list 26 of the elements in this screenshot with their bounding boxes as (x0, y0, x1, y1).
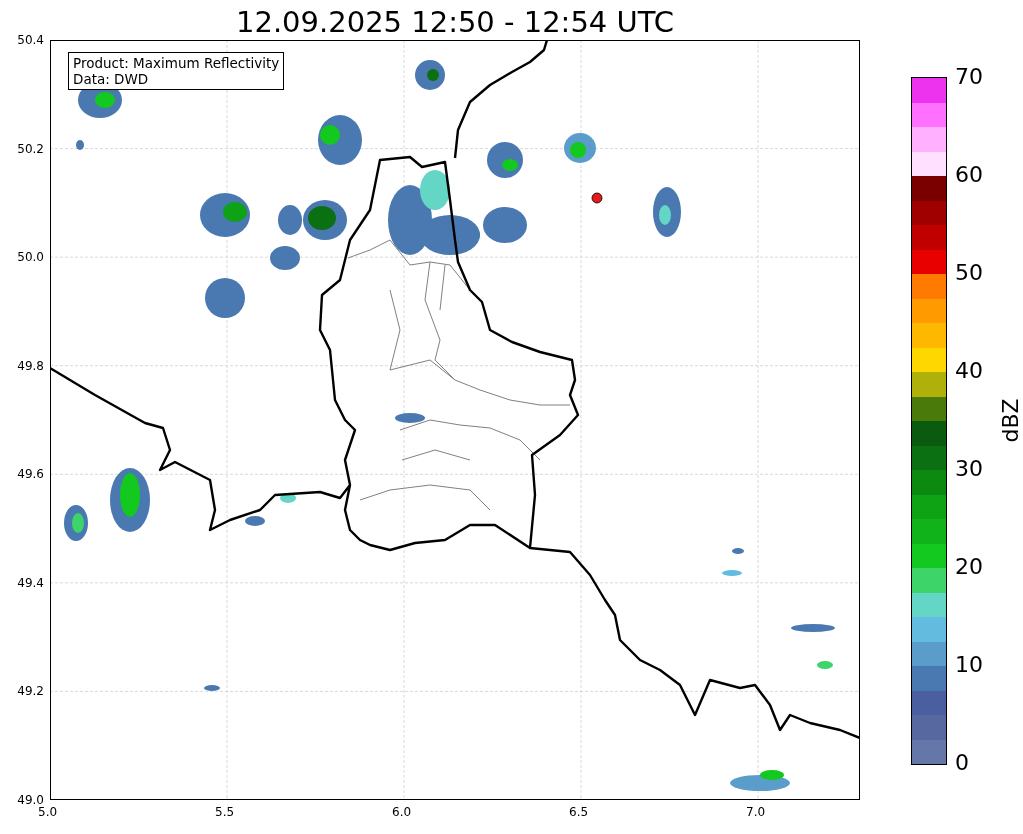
x-tick-label: 6.5 (569, 804, 589, 820)
y-tick-label: 49.8 (17, 357, 44, 374)
y-tick-label: 50.4 (17, 32, 44, 48)
colorbar-tick-label: 20 (955, 553, 983, 581)
colorbar-tick-label: 40 (955, 357, 983, 385)
x-tick-label: 7.0 (746, 804, 766, 820)
location-marker-icon (591, 192, 603, 204)
colorbar-tick-label: 10 (955, 651, 983, 679)
y-tick-label: 50.0 (17, 249, 44, 266)
x-tick-label: 5.0 (38, 804, 58, 820)
y-tick-label: 49.0 (17, 792, 44, 807)
y-tick-label: 49.4 (17, 574, 44, 591)
y-tick-label: 49.2 (17, 683, 44, 700)
colorbar-tick-label: 30 (955, 455, 983, 483)
colorbar-label: dBZ (997, 397, 1023, 443)
info-text: Data: DWD (73, 71, 150, 87)
colorbar-tick-label: 50 (955, 259, 983, 287)
chart-title: 12.09.2025 12:50 - 12:54 UTC (236, 4, 674, 40)
colorbar-tick-label: 70 (955, 63, 983, 91)
x-tick-label: 5.5 (215, 804, 235, 820)
y-tick-label: 49.6 (17, 466, 44, 483)
x-tick-label: 6.0 (392, 804, 412, 820)
colorbar-tick-label: 0 (955, 749, 969, 777)
colorbar-tick-label: 60 (955, 161, 983, 189)
info-text: Product: Maximum Reflectivity (73, 55, 280, 71)
y-tick-label: 50.2 (17, 140, 44, 157)
